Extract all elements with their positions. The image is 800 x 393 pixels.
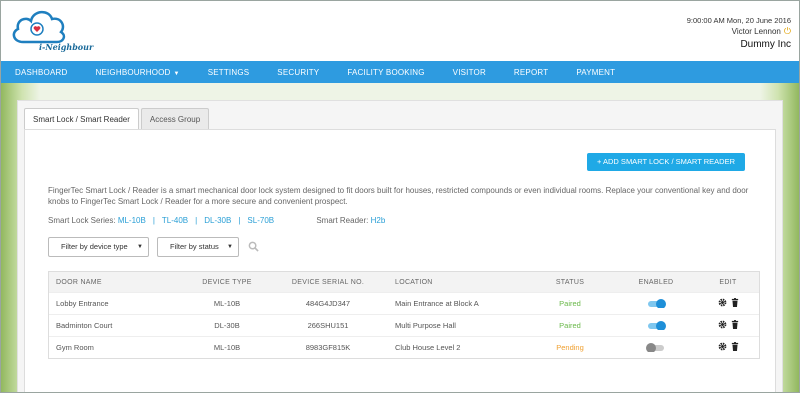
nav-report[interactable]: REPORT <box>514 68 548 77</box>
edit-actions <box>718 320 739 329</box>
tab-content: + ADD SMART LOCK / SMART READER FingerTe… <box>24 129 776 393</box>
enabled-cell <box>615 321 697 330</box>
filter-device-type-select[interactable]: Filter by device type ▼ <box>48 237 149 257</box>
enabled-cell <box>615 343 697 352</box>
model-link-sl70b[interactable]: SL-70B <box>247 216 274 225</box>
caret-down-icon: ▼ <box>173 70 180 77</box>
location: Multi Purpose Hall <box>395 321 456 330</box>
table-header-row: DOOR NAME DEVICE TYPE DEVICE SERIAL NO. … <box>49 272 759 292</box>
location: Club House Level 2 <box>395 343 461 352</box>
devices-table: DOOR NAME DEVICE TYPE DEVICE SERIAL NO. … <box>48 271 760 359</box>
model-link-ml10b[interactable]: ML-10B <box>118 216 146 225</box>
toggle-knob <box>656 299 666 308</box>
table-row: Badminton Court DL-30B 266SHU151 Multi P… <box>49 314 759 336</box>
col-serial: DEVICE SERIAL NO. <box>291 278 365 286</box>
tab-smart-lock[interactable]: Smart Lock / Smart Reader <box>24 108 139 130</box>
edit-cell <box>697 320 759 331</box>
col-enabled: ENABLED <box>638 278 674 286</box>
col-door-name: DOOR NAME <box>56 278 102 286</box>
tab-bar: Smart Lock / Smart Reader Access Group <box>24 108 211 130</box>
device-type: ML-10B <box>213 343 241 352</box>
user-row: Victor Lennon ⏻ <box>687 26 791 37</box>
enabled-toggle[interactable] <box>648 299 666 308</box>
nav-neighbourhood[interactable]: NEIGHBOURHOOD ▼ <box>95 68 179 77</box>
content-panel: Smart Lock / Smart Reader Access Group +… <box>17 100 783 393</box>
model-link-h2b[interactable]: H2b <box>371 216 386 225</box>
trash-icon[interactable] <box>731 320 739 329</box>
enabled-cell <box>615 299 697 308</box>
col-edit: EDIT <box>719 278 737 286</box>
search-icon[interactable] <box>248 241 259 252</box>
col-device-type: DEVICE TYPE <box>202 278 252 286</box>
model-link-tl40b[interactable]: TL-40B <box>162 216 188 225</box>
filter-device-type-label: Filter by device type <box>61 242 128 251</box>
gear-icon[interactable] <box>718 342 727 351</box>
gear-icon[interactable] <box>718 320 727 329</box>
device-type: DL-30B <box>214 321 240 330</box>
col-status: STATUS <box>555 278 585 286</box>
edit-actions <box>718 342 739 351</box>
status-badge: Pending <box>556 343 584 352</box>
nav-security[interactable]: SECURITY <box>277 68 319 77</box>
app-header: i-Neighbour 9:00:00 AM Mon, 20 June 2016… <box>1 1 799 61</box>
tab-access-group[interactable]: Access Group <box>140 108 210 129</box>
logo-text: i-Neighbour <box>39 42 94 52</box>
chevron-down-icon: ▼ <box>137 244 143 250</box>
cloud-logo-icon <box>12 10 66 44</box>
filter-status-label: Filter by status <box>170 242 219 251</box>
location: Main Entrance at Block A <box>395 299 479 308</box>
user-name: Victor Lennon <box>731 27 781 36</box>
description-text: FingerTec Smart Lock / Reader is a smart… <box>48 186 749 206</box>
separator: | <box>195 216 198 225</box>
main-nav: DASHBOARD NEIGHBOURHOOD ▼ SETTINGS SECURI… <box>1 61 799 83</box>
current-datetime: 9:00:00 AM Mon, 20 June 2016 <box>686 16 791 25</box>
header-user-panel: 9:00:00 AM Mon, 20 June 2016 Victor Lenn… <box>687 15 791 50</box>
serial-no: 266SHU151 <box>307 321 349 330</box>
edit-actions <box>718 298 739 307</box>
door-name: Gym Room <box>56 343 94 352</box>
nav-settings[interactable]: SETTINGS <box>208 68 250 77</box>
lock-series-label: Smart Lock Series: <box>48 216 116 225</box>
reader-label: Smart Reader: <box>316 216 369 225</box>
serial-no: 484G4JD347 <box>305 299 351 308</box>
nav-visitor[interactable]: VISITOR <box>453 68 486 77</box>
table-row: Gym Room ML-10B 8983GF815K Club House Le… <box>49 336 759 358</box>
add-smart-lock-button[interactable]: + ADD SMART LOCK / SMART READER <box>586 153 745 171</box>
status-badge: Paired <box>559 299 581 308</box>
toggle-knob <box>646 343 656 352</box>
nav-neighbourhood-label: NEIGHBOURHOOD <box>95 67 171 77</box>
edit-cell <box>697 298 759 309</box>
door-name: Lobby Entrance <box>56 299 109 308</box>
nav-payment[interactable]: PAYMENT <box>576 68 615 77</box>
nav-dashboard[interactable]: DASHBOARD <box>15 68 67 77</box>
power-icon[interactable]: ⏻ <box>784 26 791 37</box>
gear-icon[interactable] <box>718 298 727 307</box>
edit-cell <box>697 342 759 353</box>
door-name: Badminton Court <box>56 321 113 330</box>
trash-icon[interactable] <box>731 298 739 307</box>
toggle-knob <box>656 321 666 330</box>
enabled-toggle[interactable] <box>648 321 666 330</box>
table-row: Lobby Entrance ML-10B 484G4JD347 Main En… <box>49 292 759 314</box>
filter-status-select[interactable]: Filter by status ▼ <box>157 237 239 257</box>
model-link-dl30b[interactable]: DL-30B <box>204 216 231 225</box>
company-name: Dummy Inc <box>740 39 791 50</box>
trash-icon[interactable] <box>731 342 739 351</box>
serial-no: 8983GF815K <box>305 343 351 352</box>
app-logo[interactable]: i-Neighbour <box>9 4 93 59</box>
status-badge: Paired <box>559 321 581 330</box>
col-location: LOCATION <box>395 278 433 286</box>
enabled-toggle[interactable] <box>646 343 664 352</box>
chevron-down-icon: ▼ <box>227 244 233 250</box>
separator: | <box>238 216 241 225</box>
device-type: ML-10B <box>213 299 241 308</box>
separator: | <box>152 216 155 225</box>
nav-facility-booking[interactable]: FACILITY BOOKING <box>347 68 424 77</box>
series-row: Smart Lock Series: ML-10B | TL-40B | DL-30B |… <box>48 216 385 225</box>
